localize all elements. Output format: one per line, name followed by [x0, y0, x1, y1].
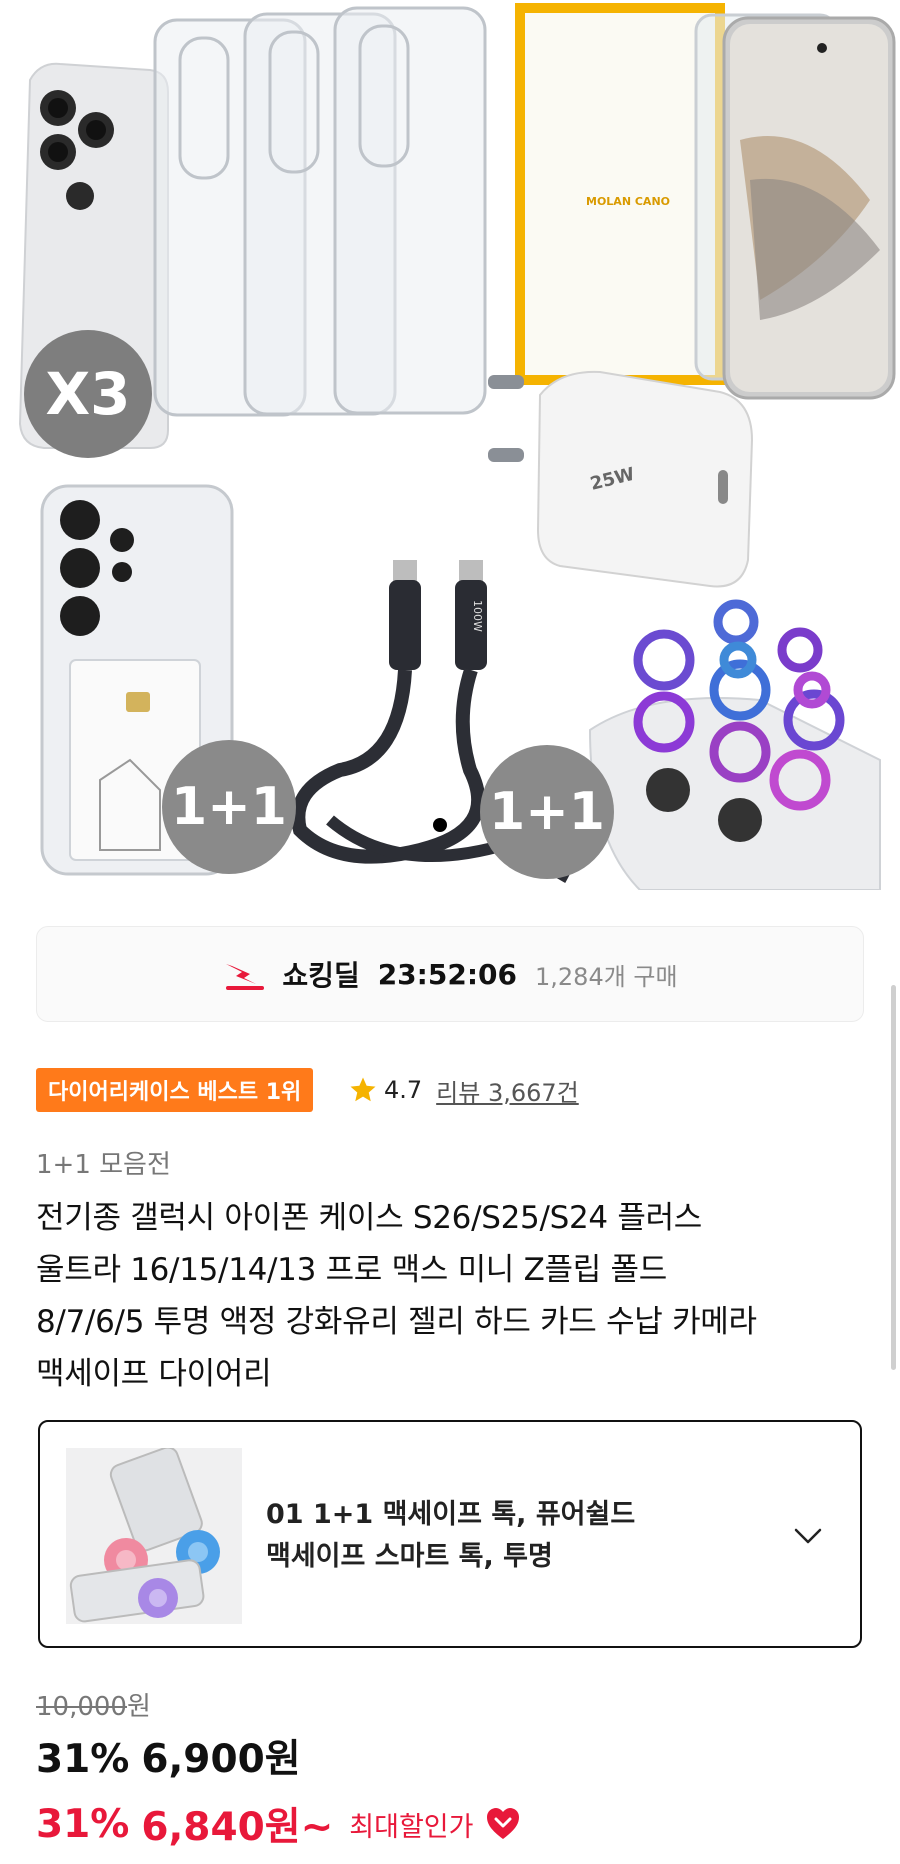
original-price-value: 10,000 [36, 1692, 127, 1722]
magsafe-grip-illustration [66, 1448, 242, 1624]
max-discount-price: 6,840원~ [141, 1805, 334, 1850]
chevron-down-circle-icon[interactable] [485, 1806, 521, 1842]
purchase-count: 1,284개 구매 [535, 962, 678, 991]
charger-illustration: 25W [488, 370, 754, 588]
best-seller-badge: 다이어리케이스 베스트 1위 [36, 1068, 314, 1112]
max-discount-rate: 31% [36, 1801, 130, 1847]
shocking-deal-icon [226, 964, 265, 990]
sale-price-row: 31% 6,900원 [36, 1728, 301, 1784]
deal-label: 쇼킹딜 [282, 959, 360, 992]
star-icon [350, 1077, 376, 1102]
product-title-line: 맥세이프 다이어리 [36, 1356, 272, 1392]
deal-countdown-timer: 23:52:06 [377, 957, 517, 991]
original-price: 10,000원 [36, 1686, 151, 1723]
scrollbar[interactable] [891, 985, 896, 1370]
selected-option-line: 맥세이프 스마트 톡, 투명 [266, 1541, 553, 1572]
chevron-down-icon[interactable] [788, 1516, 828, 1556]
bundle-badge-cable: 1+1 [480, 745, 614, 879]
rating-summary: 4.7 리뷰 3,667건 [348, 1068, 579, 1112]
selected-option-line: 01 1+1 맥세이프 톡, 퓨어쉴드 [266, 1499, 636, 1530]
rating-value: 4.7 [384, 1076, 423, 1104]
review-count-link[interactable]: 리뷰 3,667건 [436, 1073, 579, 1108]
shocking-deal-bar: 쇼킹딜 23:52:06 1,284개 구매 [36, 926, 864, 1022]
quantity-badge-x3: X3 [24, 330, 152, 458]
product-title: 전기종 갤럭시 아이폰 케이스 S26/S25/S24 플러스 울트라 16/1… [36, 1192, 866, 1400]
product-hero-image[interactable]: MOLAN CANO 25W 100W X3 1+1 1+1 [0, 0, 900, 890]
max-discount-label: 최대할인가 [349, 1811, 474, 1843]
product-title-line: 전기종 갤럭시 아이폰 케이스 S26/S25/S24 플러스 [36, 1200, 703, 1236]
molan-cano-label: MOLAN CANO [586, 195, 670, 208]
original-price-unit: 원 [126, 1692, 151, 1722]
promotion-category[interactable]: 1+1 모음전 [36, 1144, 171, 1181]
max-discount-row[interactable]: 31% 6,840원~ 최대할인가 [36, 1796, 521, 1852]
carousel-indicator[interactable] [433, 818, 447, 832]
option-selector[interactable]: 01 1+1 맥세이프 톡, 퓨어쉴드 맥세이프 스마트 톡, 투명 [38, 1420, 862, 1648]
discount-rate: 31% [36, 1737, 130, 1782]
product-title-line: 8/7/6/5 투명 액정 강화유리 젤리 하드 카드 수납 카메라 [36, 1304, 757, 1340]
camera-lens-protectors [588, 599, 881, 890]
option-thumbnail [66, 1448, 242, 1624]
bundle-badge-card-case: 1+1 [162, 740, 296, 874]
clear-case-set [153, 6, 487, 417]
product-collage: MOLAN CANO 25W 100W [18, 3, 896, 890]
product-title-line: 울트라 16/15/14/13 프로 맥스 미니 Z플립 폴드 [36, 1252, 667, 1288]
cable-wattage-label: 100W [471, 600, 484, 632]
sale-price: 6,900원 [141, 1737, 301, 1782]
screen-protector-box: MOLAN CANO [515, 3, 896, 400]
selected-option-text: 01 1+1 맥세이프 톡, 퓨어쉴드 맥세이프 스마트 톡, 투명 [266, 1494, 766, 1578]
